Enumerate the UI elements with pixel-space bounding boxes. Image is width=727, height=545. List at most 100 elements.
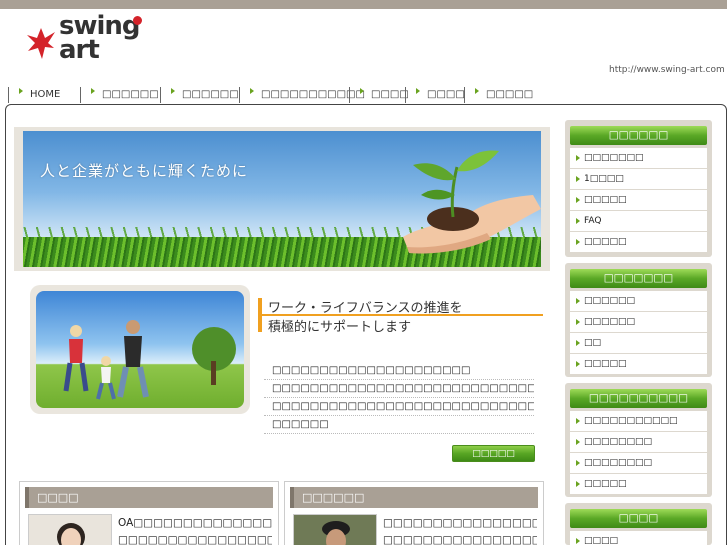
profile-text-line: □□□□□□□□□□□□□□□□□□□ [383,534,537,545]
family-photo-frame [30,285,250,414]
nav-label: □□□□□□ [182,89,239,100]
arrow-icon [576,340,580,346]
profile-box-title: □□□□□□ [290,487,538,508]
sidebar-item[interactable]: □□□□□□□ [570,147,707,168]
intro-line: □□□□□□ [264,416,534,434]
arrow-icon [250,88,254,94]
nav-label: HOME [30,89,61,100]
main-nav: HOME □□□□□□ □□□□□□ □□□□□□□□□□□ □□□□ □□□□… [8,87,533,103]
intro-line: □□□□□□□□□□□□□□□□□□□□□□□□□□□□□□□□□□□ [264,398,534,416]
sidebar-item[interactable]: □□□□□ [570,231,707,252]
nav-item-6[interactable]: □□□□ [405,87,465,103]
hero-text: 人と企業がともに輝くために [40,162,249,180]
site-logo[interactable]: swing art [26,13,158,70]
sidebar-item-label: □□□□□□□□ [584,437,653,447]
family-photo [36,291,244,408]
woman-illustration [29,515,111,545]
profile-box: □□□□□□ □□□□□□□□□□□□□□□□ □□□□□ □□□□□□□□□□□… [284,481,544,545]
hero-banner [23,131,541,267]
arrow-icon [360,88,364,94]
sidebar-item[interactable]: □□□□□□□□ [570,431,707,452]
man-illustration [294,515,376,545]
logo-dot [133,16,142,25]
logo-text-art: art [59,35,100,65]
sidebar-panel-title: □□□□□□□□□□ [570,389,707,408]
sidebar-item-label: □□□□□□ [584,296,636,306]
sidebar-item-label: □□□□ [584,536,619,545]
nav-label: □□□□ [427,89,465,100]
news-box-title: □□□□ [25,487,273,508]
sidebar-item[interactable]: 1□□□□ [570,168,707,189]
sidebar-item[interactable]: □□□□□□ [570,311,707,332]
sidebar-item-label: □□□□□□□□□□□ [584,416,678,426]
sidebar-item-label: □□□□□□□ [584,153,644,163]
man-photo [293,514,377,545]
sidebar-panel-2: □□□□□□□ □□□□□□ □□□□□□ □□ □□□□□ [565,263,712,377]
headline-line-1: ワーク・ライフバランスの推進を [268,301,463,316]
hand-with-sprout-illustration [403,150,541,254]
profile-text-line: □□□□□□□□□□□□□□□□□□□□□ [383,517,537,529]
profile-box-text[interactable]: □□□□□□□□□□□□□□□□□□□□□ □□□□□□□□□□□□□□□□□□… [383,515,537,545]
headline-line-2: 積極的にサポートします [268,320,412,335]
sidebar-item-label: □□□□□□ [584,317,636,327]
arrow-icon [576,218,580,224]
arrow-icon [171,88,175,94]
sidebar-panel-1: □□□□□□ □□□□□□□ 1□□□□ □□□□□ FAQ □□□□□ [565,120,712,257]
arrow-icon [576,176,580,182]
sidebar-item-label: FAQ [584,216,602,226]
arrow-icon [576,481,580,487]
nav-label: □□□□ [371,89,409,100]
arrow-icon [416,88,420,94]
sidebar-panel-title: □□□□ [570,509,707,528]
details-button[interactable]: □□□□□ [452,445,535,462]
news-box-text[interactable]: OA□□□□□□□□□□□□□□□□□□□ □□□□□□□□□□□□□□□□□□… [118,515,272,545]
site-url: http://www.swing-art.com [609,65,725,75]
sidebar-item[interactable]: □□□□□ [570,353,707,374]
arrow-icon [576,538,580,544]
arrow-icon [576,298,580,304]
sidebar-item[interactable]: □□□□□□□□ [570,452,707,473]
sidebar-item-label: □□□□□□□□ [584,458,653,468]
arrow-icon [19,88,23,94]
woman-photo [28,514,112,545]
arrow-icon [91,88,95,94]
intro-line: □□□□□□□□□□□□□□□□□□□□□□□□□□□□□□□□□□□ [264,380,534,398]
sidebar-item[interactable]: □□ [570,332,707,353]
nav-label: □□□□□□ [102,89,159,100]
nav-item-3[interactable]: □□□□□□ [160,87,239,103]
sidebar-item[interactable]: FAQ [570,210,707,231]
intro-line: □□□□□□□□□□□□□□□□□□□□□ [264,362,534,380]
sidebar-item-label: □□ [584,338,602,348]
arrow-icon [576,361,580,367]
arrow-icon [576,460,580,466]
bird-logo-icon [27,28,55,59]
intro-body: □□□□□□□□□□□□□□□□□□□□□ □□□□□□□□□□□□□□□□□□… [264,362,534,434]
nav-item-2[interactable]: □□□□□□ [80,87,160,103]
arrow-icon [576,439,580,445]
sidebar-panel-4: □□□□ □□□□ [565,503,712,545]
nav-label: □□□□□ [486,89,534,100]
arrow-icon [576,239,580,245]
sidebar-item[interactable]: □□□□ [570,530,707,545]
sidebar-item-label: □□□□□ [584,237,627,247]
top-bar [0,0,727,9]
sidebar-panel-title: □□□□□□ [570,126,707,145]
arrow-icon [576,319,580,325]
nav-item-home[interactable]: HOME [8,87,80,103]
sidebar-item-label: □□□□□ [584,195,627,205]
sidebar-item[interactable]: □□□□□ [570,189,707,210]
sidebar-item[interactable]: □□□□□ [570,473,707,494]
sidebar-panel-title: □□□□□□□ [570,269,707,288]
arrow-icon [576,155,580,161]
sidebar-item[interactable]: □□□□□□□□□□□ [570,410,707,431]
arrow-icon [576,418,580,424]
sidebar-item-label: □□□□□ [584,479,627,489]
arrow-icon [475,88,479,94]
family-illustration [63,320,236,400]
nav-item-4[interactable]: □□□□□□□□□□□ [239,87,365,103]
arrow-icon [576,197,580,203]
sidebar-item[interactable]: □□□□□□ [570,290,707,311]
nav-item-5[interactable]: □□□□ [349,87,409,103]
nav-item-7[interactable]: □□□□□ [464,87,533,103]
news-text-line: OA□□□□□□□□□□□□□□□□□□□ [118,517,272,529]
